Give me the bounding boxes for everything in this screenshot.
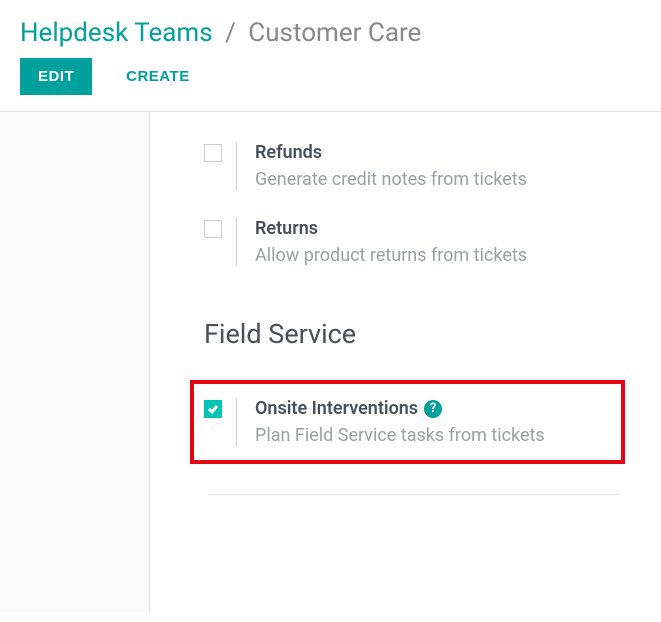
action-bar: EDIT CREATE xyxy=(0,58,661,111)
check-icon xyxy=(207,403,219,415)
returns-checkbox[interactable] xyxy=(204,220,222,238)
vline xyxy=(236,142,237,190)
onsite-desc: Plan Field Service tasks from tickets xyxy=(255,425,545,446)
onsite-title: Onsite Interventions xyxy=(255,398,418,419)
edit-button[interactable]: EDIT xyxy=(20,58,92,95)
breadcrumb-root-link[interactable]: Helpdesk Teams xyxy=(20,18,213,48)
breadcrumb: Helpdesk Teams / Customer Care xyxy=(0,0,661,58)
breadcrumb-separator: / xyxy=(219,18,242,48)
setting-returns: Returns Allow product returns from ticke… xyxy=(160,212,651,288)
vline xyxy=(236,218,237,266)
create-button[interactable]: CREATE xyxy=(108,58,208,95)
section-field-service-header: Field Service xyxy=(160,288,651,380)
breadcrumb-current: Customer Care xyxy=(248,18,421,48)
vline xyxy=(236,398,237,446)
refunds-text: Refunds Generate credit notes from ticke… xyxy=(255,142,527,190)
form-area: Refunds Generate credit notes from ticke… xyxy=(150,112,661,612)
bottom-divider xyxy=(208,494,621,495)
help-icon[interactable]: ? xyxy=(424,400,442,418)
refunds-title: Refunds xyxy=(255,142,527,163)
setting-onsite-interventions: Onsite Interventions ? Plan Field Servic… xyxy=(204,398,613,446)
onsite-title-row: Onsite Interventions ? xyxy=(255,398,545,419)
refunds-checkbox[interactable] xyxy=(204,144,222,162)
onsite-checkbox[interactable] xyxy=(204,400,222,418)
setting-refunds: Refunds Generate credit notes from ticke… xyxy=(160,136,651,212)
refunds-desc: Generate credit notes from tickets xyxy=(255,169,527,190)
onsite-highlight-box: Onsite Interventions ? Plan Field Servic… xyxy=(190,380,625,464)
returns-desc: Allow product returns from tickets xyxy=(255,245,527,266)
returns-text: Returns Allow product returns from ticke… xyxy=(255,218,527,266)
content-area: Refunds Generate credit notes from ticke… xyxy=(0,112,661,612)
onsite-text: Onsite Interventions ? Plan Field Servic… xyxy=(255,398,545,446)
left-sidebar xyxy=(0,112,150,612)
returns-title: Returns xyxy=(255,218,527,239)
